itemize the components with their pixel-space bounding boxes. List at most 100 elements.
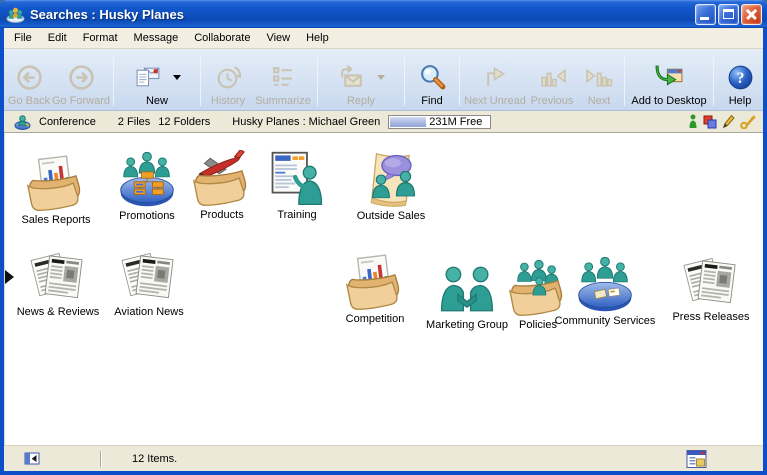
maximize-button[interactable] [718, 4, 739, 25]
menu-message[interactable]: Message [126, 29, 187, 47]
toolbar-label: History [211, 95, 245, 107]
item-label: Press Releases [672, 311, 749, 323]
toolbar-separator [624, 55, 625, 106]
toolbar-label: Previous [531, 95, 574, 107]
menu-collaborate[interactable]: Collaborate [186, 29, 258, 47]
toolbar-button-find[interactable]: Find [408, 51, 456, 110]
toolbar-button-summarize: Summarize [252, 51, 314, 110]
chevron-down-icon [377, 75, 385, 80]
item-label: News & Reviews [17, 306, 100, 318]
menu-edit[interactable]: Edit [40, 29, 75, 47]
toolbar-label: Go Forward [52, 95, 110, 107]
shared-items-icon [703, 115, 717, 129]
toolbar-label: Next [588, 95, 611, 107]
toolbar: Go Back Go Forward New History Summarize… [4, 49, 763, 111]
item-label: Products [200, 209, 243, 221]
find-icon [418, 63, 447, 92]
toolbar-separator [713, 55, 714, 106]
presentation-person-icon [268, 150, 326, 208]
item-label: Competition [346, 313, 405, 325]
conference-icon [14, 114, 31, 130]
toolbar-separator [404, 55, 405, 106]
chevron-down-icon[interactable] [173, 75, 181, 80]
minimize-icon [700, 17, 709, 20]
newspapers-icon [120, 247, 178, 305]
new-message-icon [133, 63, 162, 92]
people-chat-sheet-icon [362, 151, 420, 209]
items-count: 12 Items. [132, 453, 177, 465]
toolbar-button-new[interactable]: New [117, 51, 197, 110]
toolbar-button-help[interactable]: Help [717, 51, 763, 110]
folders-count: 12 Folders [158, 116, 210, 128]
item-label: Sales Reports [21, 214, 90, 226]
desktop-item-press-releases[interactable]: Press Releases [656, 252, 766, 323]
newspapers-icon [29, 247, 87, 305]
title-bar[interactable]: Searches : Husky Planes [0, 0, 767, 28]
toolbar-button-go-back: Go Back [6, 51, 52, 110]
menu-help[interactable]: Help [298, 29, 337, 47]
user-presence-icon [688, 114, 698, 129]
toolbar-button-reply: Reply [321, 51, 401, 110]
edit-pencil-icon [722, 114, 735, 129]
free-space-gauge: 231M Free [388, 115, 491, 129]
toolbar-button-add-to-desktop[interactable]: Add to Desktop [628, 51, 710, 110]
next-unread-icon [481, 63, 510, 92]
view-toggle-icon[interactable] [24, 451, 41, 467]
application-window: Searches : Husky Planes File Edit Format… [0, 0, 767, 475]
folder-chart-icon [27, 155, 85, 213]
menu-view[interactable]: View [258, 29, 298, 47]
toolbar-button-history: History [204, 51, 252, 110]
history-icon [214, 63, 243, 92]
toolbar-button-previous: Previous [527, 51, 577, 110]
status-bar: 12 Items. [4, 445, 763, 471]
toolbar-button-next-unread: Next Unread [463, 51, 527, 110]
toolbar-label: Find [421, 95, 442, 107]
toolbar-separator [317, 55, 318, 106]
newspapers-icon [682, 252, 740, 310]
toolbar-separator [113, 55, 114, 106]
help-icon [726, 63, 755, 92]
add-to-desktop-icon [655, 63, 684, 92]
item-label: Aviation News [114, 306, 184, 318]
status-divider [100, 451, 102, 467]
window-layout-icon[interactable] [686, 450, 707, 468]
toolbar-label: Add to Desktop [631, 95, 706, 107]
free-space-label: 231M Free [429, 116, 482, 128]
toolbar-button-next: Next [577, 51, 621, 110]
previous-icon [538, 63, 567, 92]
permission-flags [688, 114, 756, 129]
people-disc-cards-icon [576, 256, 634, 314]
toolbar-label: New [146, 95, 168, 107]
menu-file[interactable]: File [6, 29, 40, 47]
files-count: 2 Files [118, 116, 150, 128]
window-title: Searches : Husky Planes [30, 7, 184, 22]
item-label: Community Services [555, 315, 656, 327]
item-label: Training [277, 209, 316, 221]
desktop-item-community-services[interactable]: Community Services [550, 256, 660, 327]
toolbar-label: Next Unread [464, 95, 526, 107]
toolbar-label: Help [729, 95, 752, 107]
toolbar-label: Reply [347, 95, 375, 107]
toolbar-label: Summarize [255, 95, 311, 107]
info-bar: Conference 2 Files 12 Folders Husky Plan… [4, 111, 763, 133]
free-space-fill [390, 117, 426, 127]
toolbar-separator [459, 55, 460, 106]
maximize-icon [723, 9, 734, 19]
go-forward-icon [67, 63, 96, 92]
next-icon [585, 63, 614, 92]
summarize-icon [269, 63, 298, 92]
item-label: Outside Sales [357, 210, 425, 222]
access-key-icon [740, 114, 756, 129]
folder-chart-icon [346, 254, 404, 312]
desktop-item-outside-sales[interactable]: Outside Sales [336, 151, 446, 222]
menu-format[interactable]: Format [75, 29, 126, 47]
go-back-icon [15, 63, 44, 92]
folder-contents: Sales Reports Promotions Products Traini… [4, 133, 763, 445]
close-button[interactable] [741, 4, 762, 25]
toolbar-separator [200, 55, 201, 106]
location-label: Husky Planes : Michael Green [232, 116, 380, 128]
menu-bar: File Edit Format Message Collaborate Vie… [4, 28, 763, 49]
container-type-label: Conference [39, 116, 96, 128]
minimize-button[interactable] [695, 4, 716, 25]
desktop-item-aviation-news[interactable]: Aviation News [94, 247, 204, 318]
